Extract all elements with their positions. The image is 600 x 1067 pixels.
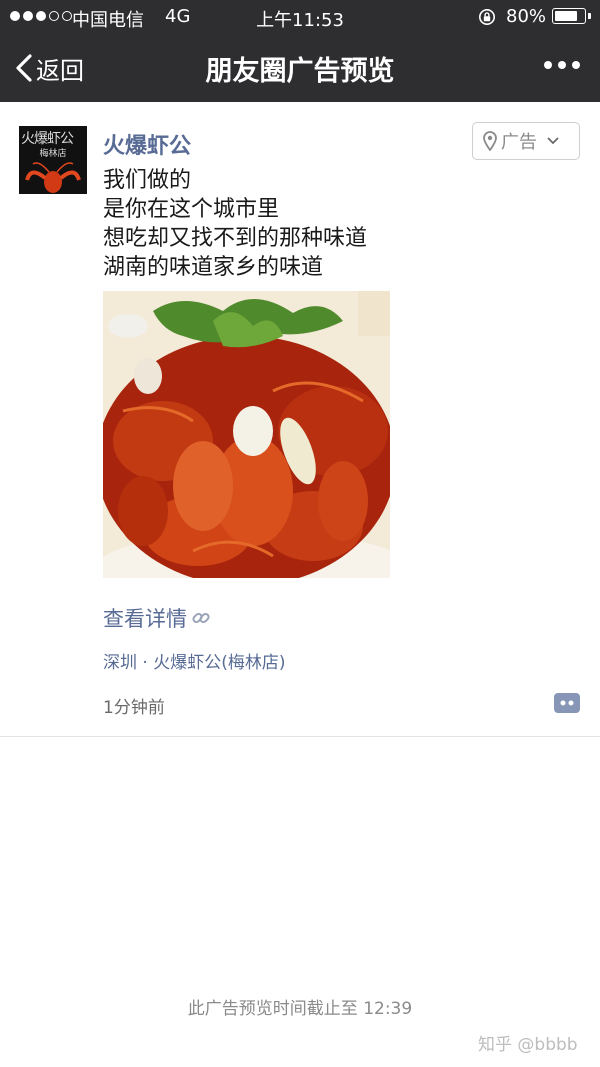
status-bar: 中国电信 4G 上午11:53 80% [0,0,600,34]
crayfish-photo [103,291,390,578]
avatar-name: 火爆虾公 [21,131,74,147]
post-content: 我们做的 是你在这个城市里 想吃却又找不到的那种味道 湖南的味道家乡的味道 [103,166,367,282]
content-line: 我们做的 [103,168,192,193]
content-line: 湖南的味道家乡的味道 [103,255,324,280]
nav-bar: 返回 朋友圈广告预览 [0,34,600,102]
view-details-link[interactable]: 查看详情 [103,603,211,633]
post-time: 1分钟前 [103,698,165,718]
content-line: 是你在这个城市里 [103,197,280,222]
post-image[interactable] [103,291,390,578]
watermark: 知乎 @bbbb [478,1035,578,1055]
link-icon [192,612,210,624]
chevron-down-icon [547,137,559,145]
avatar[interactable]: 火爆虾公 梅林店 [19,126,87,194]
rotation-lock-icon [479,9,495,25]
page-title: 朋友圈广告预览 [205,56,395,87]
ad-tag-label: 广告 [501,132,537,153]
battery-icon [552,8,586,24]
ad-tag-button[interactable]: 广告 [472,122,580,160]
battery-tip [588,13,591,19]
top-header: 中国电信 4G 上午11:53 80% 返回 朋友圈广告预览 [0,0,600,102]
content-line: 想吃却又找不到的那种味道 [103,226,368,251]
crayfish-logo-icon [25,162,81,193]
location-pin-icon [483,131,497,151]
preview-expiry-notice: 此广告预览时间截止至 12:39 [187,999,413,1019]
post-divider [0,736,600,737]
battery-level [555,11,577,21]
view-details-label: 查看详情 [103,607,187,631]
location-link[interactable]: 深圳 · 火爆虾公(梅林店) [103,648,285,673]
battery-percent: 80% [506,6,547,27]
comment-icon[interactable] [552,691,582,715]
author-name[interactable]: 火爆虾公 [103,128,191,160]
more-icon[interactable] [544,61,580,69]
